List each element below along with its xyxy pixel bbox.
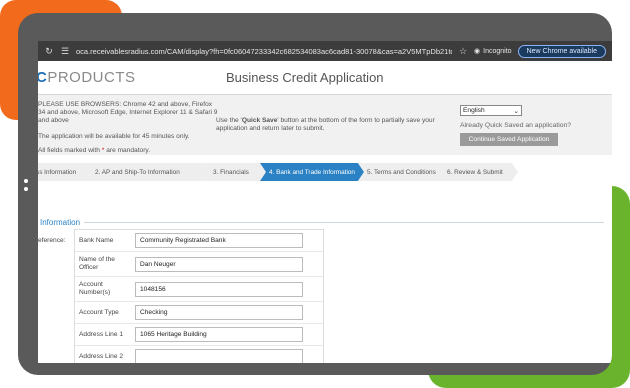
mandatory-note: All fields marked with * are mandatory.: [38, 147, 151, 154]
browser-requirements: PLEASE USE BROWSERS: Chrome 42 and above…: [38, 101, 218, 124]
reload-icon[interactable]: ↻: [44, 46, 54, 57]
table-row: Name of the Officer Dan Neuger: [75, 252, 323, 277]
saved-question: Already Quick Saved an application?: [460, 122, 572, 129]
step-ap-ship-to[interactable]: 2. AP and Ship-To Information: [86, 163, 210, 181]
browser-screen: ↻ ☰ oca.receivablesradius.com/CAM/displa…: [38, 41, 612, 363]
section-title: Information: [40, 217, 81, 227]
continue-saved-application-button[interactable]: Continue Saved Application: [460, 133, 558, 146]
field-label: Account Number(s): [79, 281, 111, 296]
field-label: Address Line 2: [79, 352, 123, 360]
incognito-label: Incognito: [483, 47, 512, 55]
stage: ↻ ☰ oca.receivablesradius.com/CAM/displa…: [0, 0, 630, 388]
field-label: Account Type: [79, 308, 119, 316]
step-financials[interactable]: 3. Financials: [204, 163, 266, 181]
step-bank-trade[interactable]: 4. Bank and Trade Information: [260, 163, 364, 181]
availability-note: The application will be available for 45…: [38, 133, 190, 140]
chevron-down-icon: ⌄: [513, 107, 519, 115]
new-chrome-available-button[interactable]: New Chrome available: [517, 44, 606, 58]
address-bar[interactable]: oca.receivablesradius.com/CAM/display?fh…: [76, 47, 452, 56]
device-frame: ↻ ☰ oca.receivablesradius.com/CAM/displa…: [18, 13, 612, 375]
notice-panel: PLEASE USE BROWSERS: Chrome 42 and above…: [38, 95, 612, 155]
table-row: Account Type Checking: [75, 302, 323, 324]
incognito-indicator[interactable]: ◉ Incognito: [474, 47, 512, 56]
quick-save-note: Use the 'Quick Save' button at the botto…: [216, 117, 435, 132]
field-label: Address Line 1: [79, 330, 123, 338]
account-number-input[interactable]: 1048156: [135, 281, 303, 297]
site-info-icon[interactable]: ☰: [60, 46, 70, 57]
step-business-information[interactable]: ss Information: [38, 163, 92, 181]
section-divider: [84, 221, 604, 223]
language-select[interactable]: English ⌄: [460, 105, 522, 116]
page-title: Business Credit Application: [226, 70, 384, 85]
table-row: Address Line 2: [75, 346, 323, 363]
table-row: Account Number(s) 1048156: [75, 277, 323, 302]
field-label: Bank Name: [79, 236, 114, 244]
company-logo: CPRODUCTS: [38, 69, 136, 86]
reference-label: eference:: [38, 237, 66, 244]
officer-name-input[interactable]: Dan Neuger: [135, 256, 303, 272]
notice-right: English ⌄ Already Quick Saved an applicat…: [460, 105, 610, 146]
section-header: Information: [38, 216, 612, 228]
field-label: Name of the Officer: [79, 256, 115, 271]
table-row: Bank Name Community Registrated Bank: [75, 230, 323, 252]
step-navigation: ss Information 2. AP and Ship-To Informa…: [38, 163, 612, 181]
step-terms[interactable]: 5. Terms and Conditions: [358, 163, 444, 181]
account-type-input[interactable]: Checking: [135, 305, 303, 320]
bank-name-input[interactable]: Community Registrated Bank: [135, 233, 303, 248]
incognito-icon: ◉: [474, 48, 481, 55]
address-line-2-input[interactable]: [135, 349, 303, 363]
browser-toolbar: ↻ ☰ oca.receivablesradius.com/CAM/displa…: [38, 41, 612, 61]
address-line-1-input[interactable]: 1065 Heritage Building: [135, 327, 303, 342]
table-row: Address Line 1 1065 Heritage Building: [75, 324, 323, 346]
star-icon[interactable]: ☆: [458, 46, 468, 57]
bank-reference-table: Bank Name Community Registrated Bank Nam…: [74, 229, 324, 363]
step-review-submit[interactable]: 6. Review & Submit: [438, 163, 518, 181]
notice-left: PLEASE USE BROWSERS: Chrome 42 and above…: [38, 101, 218, 155]
app-header: CPRODUCTS Business Credit Application: [38, 61, 612, 95]
device-camera-dots: [24, 179, 30, 195]
